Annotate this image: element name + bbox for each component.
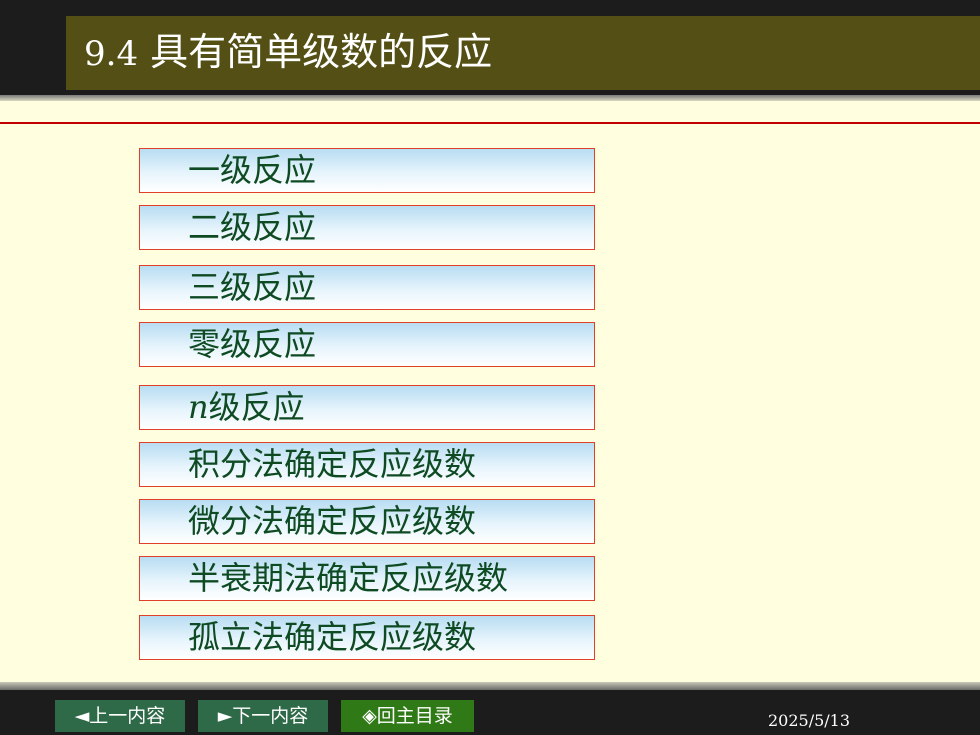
footer-date: 2025/5/13: [768, 711, 851, 730]
previous-button[interactable]: ◄上一内容: [55, 700, 185, 732]
menu-item-second-order[interactable]: 二级反应: [139, 205, 595, 250]
menu-item-half-life-method[interactable]: 半衰期法确定反应级数: [139, 556, 595, 601]
section-number: 9.4: [84, 34, 139, 74]
menu-item-label: 微分法确定反应级数: [188, 502, 477, 540]
section-title: 具有简单级数的反应: [150, 30, 493, 74]
menu-item-label: 一级反应: [188, 151, 317, 189]
home-button[interactable]: ◈回主目录: [341, 700, 474, 732]
menu-item-isolation-method[interactable]: 孤立法确定反应级数: [139, 615, 595, 660]
menu-item-nth-order[interactable]: n级反应: [139, 385, 595, 430]
menu-item-differential-method[interactable]: 微分法确定反应级数: [139, 499, 595, 544]
menu-item-zero-order[interactable]: 零级反应: [139, 322, 595, 367]
red-divider: [0, 122, 980, 124]
page-title: 9.4 具有简单级数的反应: [84, 24, 492, 80]
n-symbol: n: [188, 388, 209, 426]
footer-separator: [0, 682, 980, 690]
menu-item-label: n级反应: [188, 386, 305, 429]
menu-item-label: 三级反应: [188, 268, 317, 306]
menu-item-label: 孤立法确定反应级数: [188, 618, 477, 656]
menu-item-label-text: 级反应: [208, 388, 305, 426]
next-button[interactable]: ►下一内容: [198, 700, 328, 732]
title-separator: [0, 95, 980, 101]
menu-item-first-order[interactable]: 一级反应: [139, 148, 595, 193]
menu-item-label: 零级反应: [188, 325, 317, 363]
menu-item-label: 半衰期法确定反应级数: [188, 559, 509, 597]
menu-item-label: 二级反应: [188, 208, 317, 246]
menu-item-label: 积分法确定反应级数: [188, 445, 477, 483]
title-bar: 9.4 具有简单级数的反应: [66, 16, 980, 90]
menu-item-third-order[interactable]: 三级反应: [139, 265, 595, 310]
menu-item-integral-method[interactable]: 积分法确定反应级数: [139, 442, 595, 487]
